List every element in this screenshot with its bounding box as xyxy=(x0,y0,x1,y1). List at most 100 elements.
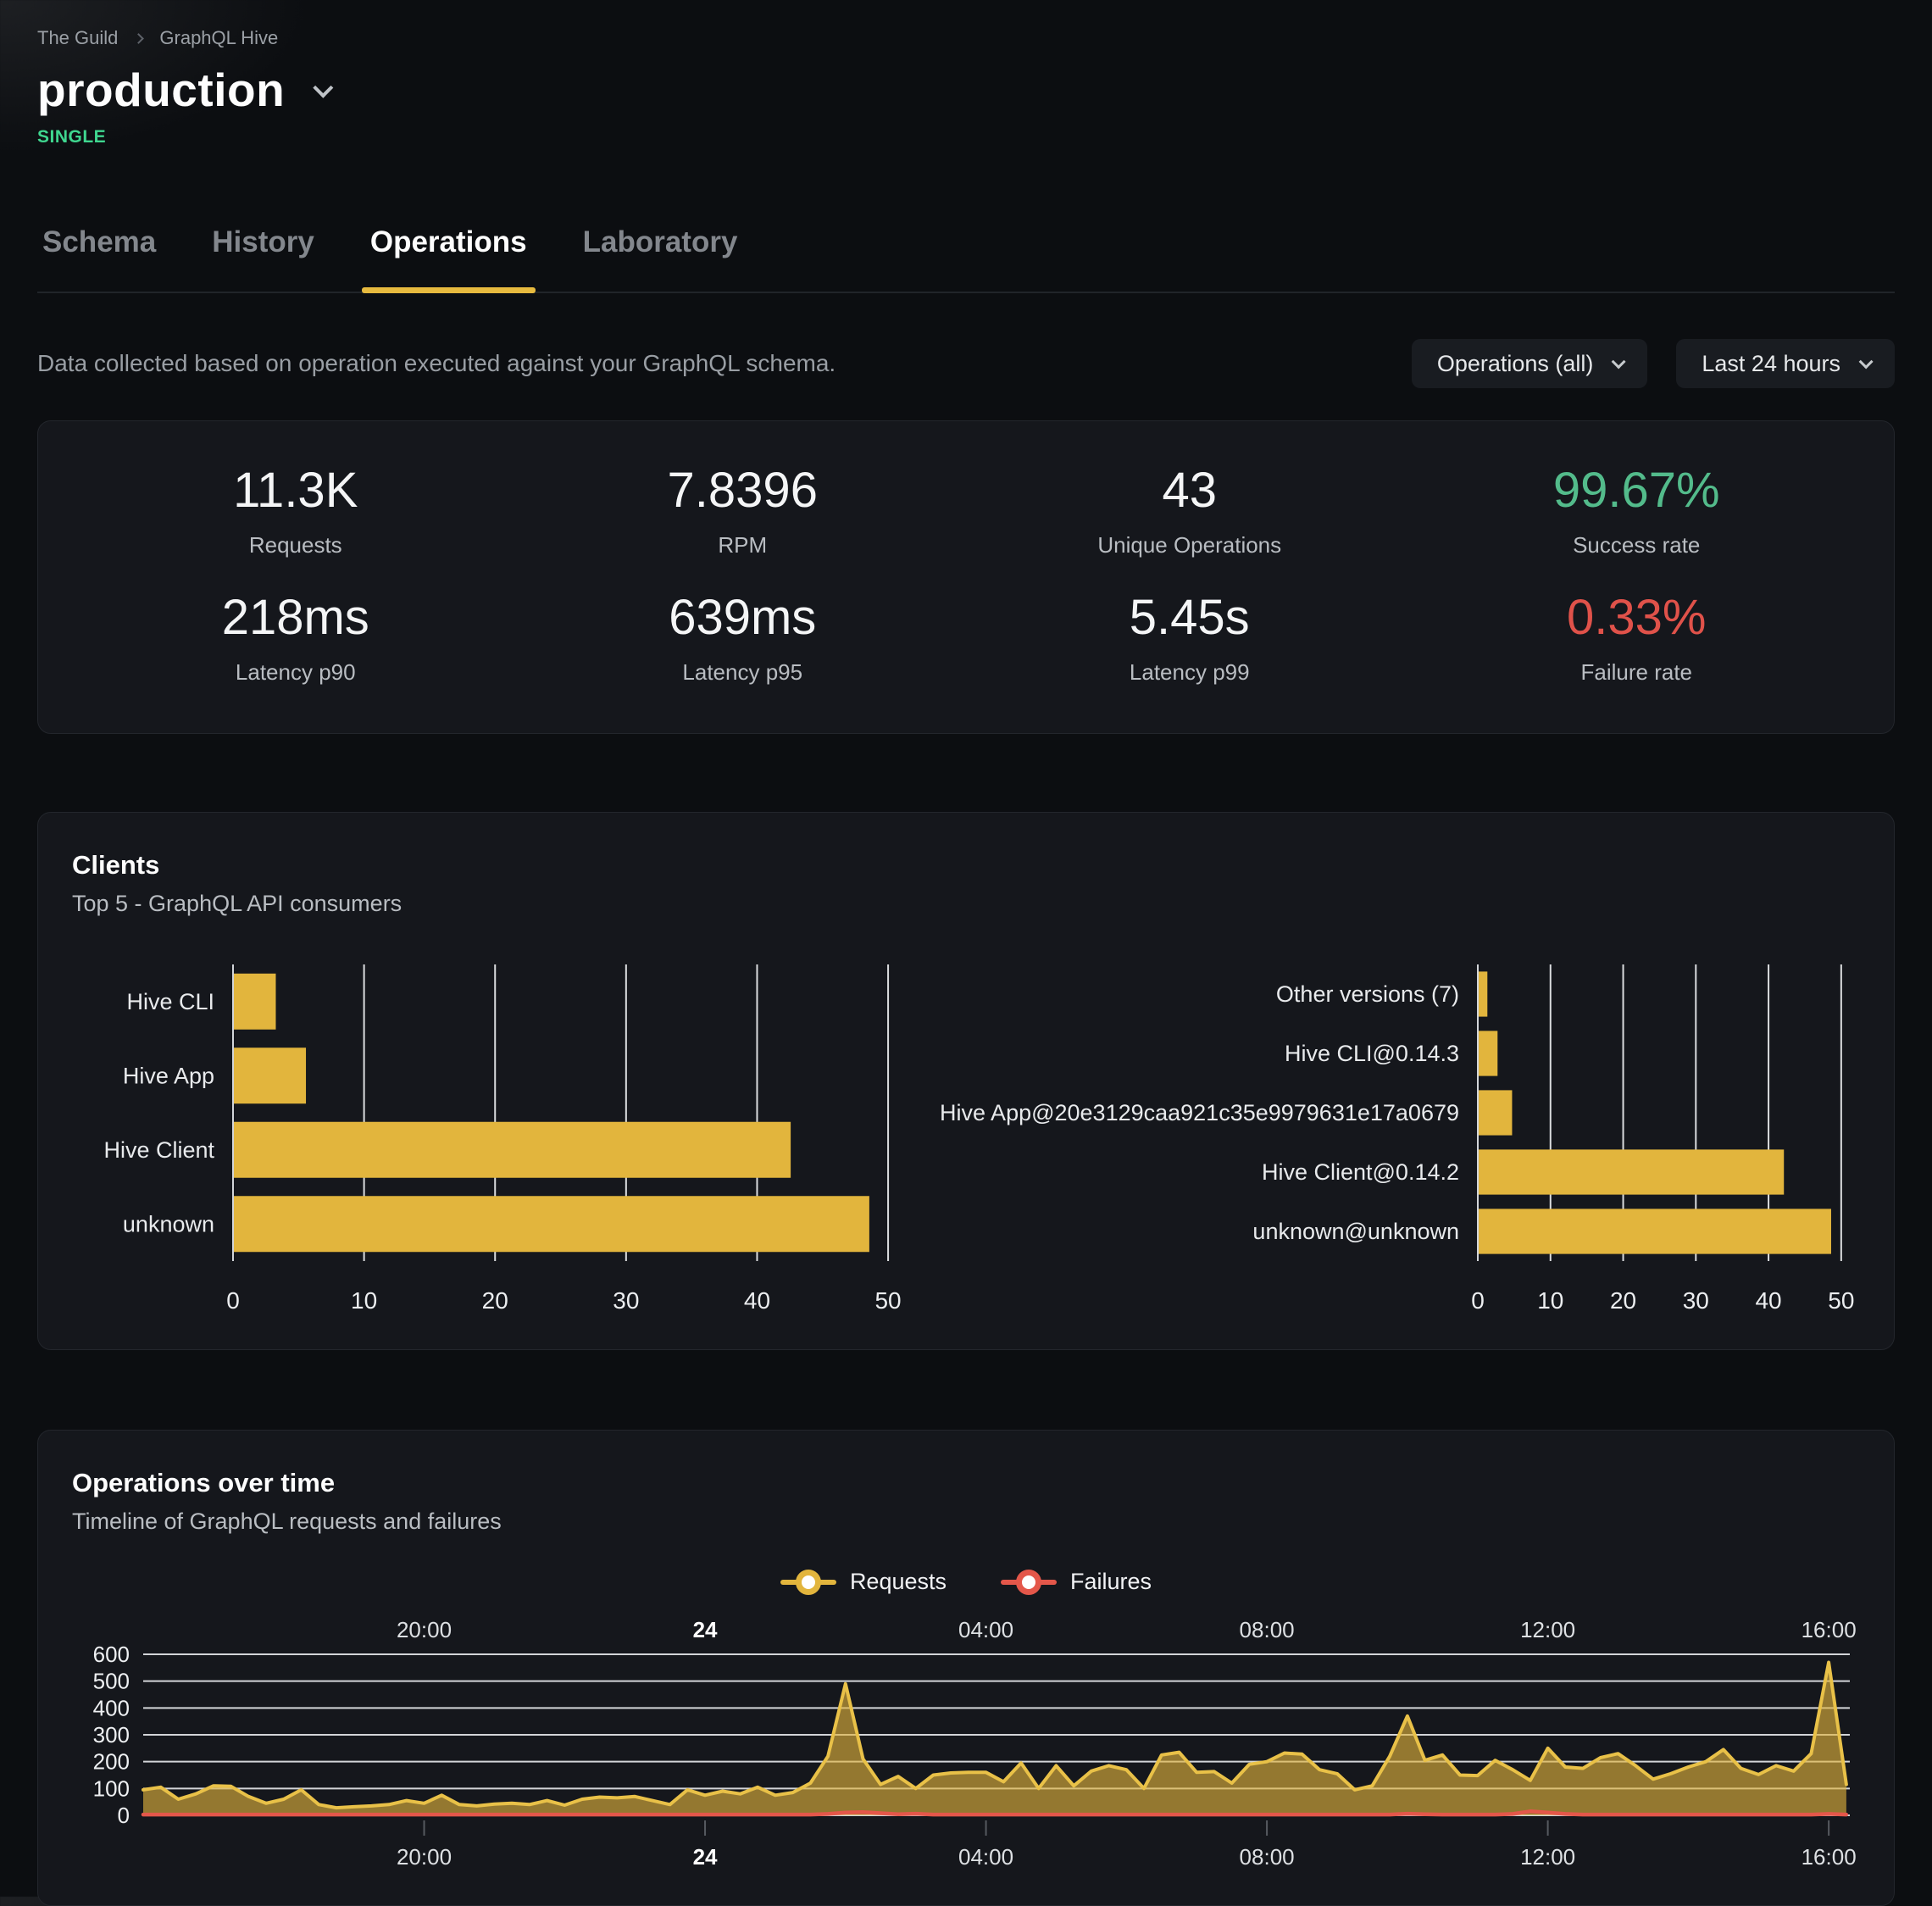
tab-bar: Schema History Operations Laboratory xyxy=(37,225,1895,293)
timeline-card-title: Operations over time xyxy=(72,1468,1860,1498)
stat-label: Latency p90 xyxy=(72,659,519,686)
x-tick-label-bottom: 04:00 xyxy=(958,1844,1013,1870)
breadcrumb-org[interactable]: The Guild xyxy=(37,27,118,49)
tab-history[interactable]: History xyxy=(207,225,319,292)
title-row: production xyxy=(37,63,1895,117)
legend-item-failures[interactable]: Failures xyxy=(1001,1569,1152,1595)
category-label: unknown@unknown xyxy=(1252,1219,1459,1244)
stat-label: Failure rate xyxy=(1413,659,1861,686)
bar xyxy=(1479,1031,1497,1075)
stat-value: 218ms xyxy=(72,589,519,646)
y-tick-label: 0 xyxy=(118,1803,130,1828)
requests-area xyxy=(143,1663,1846,1816)
requests-legend-swatch-icon xyxy=(780,1570,836,1595)
x-tick-label: 50 xyxy=(1828,1287,1854,1314)
stat-latency-p95: 639ms Latency p95 xyxy=(519,589,967,686)
stat-value: 99.67% xyxy=(1413,462,1861,519)
x-tick-label-bottom: 24 xyxy=(693,1844,718,1870)
x-tick-label-top: 08:00 xyxy=(1240,1617,1295,1642)
legend-label: Failures xyxy=(1070,1569,1152,1595)
category-label: Hive App xyxy=(123,1063,214,1088)
y-tick-label: 300 xyxy=(93,1722,130,1748)
y-tick-label: 100 xyxy=(93,1775,130,1801)
x-tick-label-top: 16:00 xyxy=(1802,1617,1857,1642)
x-tick-label: 0 xyxy=(1471,1287,1485,1314)
stat-value: 0.33% xyxy=(1413,589,1861,646)
stat-rpm: 7.8396 RPM xyxy=(519,462,967,558)
stat-label: Latency p99 xyxy=(966,659,1413,686)
x-tick-label-top: 24 xyxy=(693,1617,718,1642)
stat-label: RPM xyxy=(519,532,967,558)
breadcrumb-project[interactable]: GraphQL Hive xyxy=(159,27,278,49)
x-tick-label: 10 xyxy=(1537,1287,1563,1314)
category-label: Hive Client xyxy=(103,1137,214,1163)
category-label: Hive CLI xyxy=(126,989,214,1014)
x-tick-label-bottom: 12:00 xyxy=(1520,1844,1575,1870)
x-tick-label: 40 xyxy=(1756,1287,1782,1314)
x-tick-label: 30 xyxy=(613,1287,639,1314)
stat-label: Latency p95 xyxy=(519,659,967,686)
x-tick-label: 20 xyxy=(1610,1287,1636,1314)
operations-filter-dropdown[interactable]: Operations (all) xyxy=(1412,339,1648,388)
stat-label: Requests xyxy=(72,532,519,558)
x-tick-label: 10 xyxy=(351,1287,377,1314)
filters: Operations (all) Last 24 hours xyxy=(1412,339,1895,388)
category-label: unknown xyxy=(123,1211,214,1236)
stat-value: 639ms xyxy=(519,589,967,646)
bar xyxy=(1479,971,1487,1016)
x-tick-label-top: 20:00 xyxy=(397,1617,452,1642)
x-tick-label-bottom: 16:00 xyxy=(1802,1844,1857,1870)
x-tick-label-top: 04:00 xyxy=(958,1617,1013,1642)
y-tick-label: 200 xyxy=(93,1749,130,1775)
stat-value: 5.45s xyxy=(966,589,1413,646)
x-tick-label-bottom: 20:00 xyxy=(397,1844,452,1870)
bar xyxy=(1479,1149,1784,1194)
legend-label: Requests xyxy=(850,1569,947,1595)
x-tick-label: 40 xyxy=(744,1287,770,1314)
bar xyxy=(1479,1090,1512,1135)
time-range-dropdown[interactable]: Last 24 hours xyxy=(1676,339,1895,388)
x-tick-label-top: 12:00 xyxy=(1520,1617,1575,1642)
stat-failure-rate: 0.33% Failure rate xyxy=(1413,589,1861,686)
page-description: Data collected based on operation execut… xyxy=(37,350,836,377)
stat-latency-p99: 5.45s Latency p99 xyxy=(966,589,1413,686)
clients-card: Clients Top 5 - GraphQL API consumers Hi… xyxy=(37,812,1895,1350)
stat-requests: 11.3K Requests xyxy=(72,462,519,558)
chevron-down-icon xyxy=(1612,354,1626,369)
legend-item-requests[interactable]: Requests xyxy=(780,1569,947,1595)
category-label: Hive App@20e3129caa921c35e9979631e17a067… xyxy=(940,1100,1459,1125)
operations-over-time-card: Operations over time Timeline of GraphQL… xyxy=(37,1430,1895,1906)
timeline-chart-wrap: 010020030040050060020:0020:00242404:0004… xyxy=(72,1617,1860,1871)
x-tick-label: 0 xyxy=(226,1287,240,1314)
stat-value: 11.3K xyxy=(72,462,519,519)
clients-by-name-chart: Hive CLI Hive App Hive Client unknown 0 10 20 3… xyxy=(72,959,919,1324)
category-label: Hive Client@0.14.2 xyxy=(1262,1159,1459,1185)
bar xyxy=(1479,1209,1831,1253)
toolbar: Data collected based on operation execut… xyxy=(37,339,1895,388)
chevron-right-icon xyxy=(134,33,145,44)
tab-schema[interactable]: Schema xyxy=(37,225,161,292)
y-tick-label: 600 xyxy=(93,1642,130,1667)
clients-charts-row: Hive CLI Hive App Hive Client unknown 0 10 20 3… xyxy=(72,959,1860,1324)
page-title: production xyxy=(37,63,285,117)
stat-success-rate: 99.67% Success rate xyxy=(1413,462,1861,558)
stat-label: Success rate xyxy=(1413,532,1861,558)
breadcrumb: The Guild GraphQL Hive xyxy=(37,0,1895,49)
page: The Guild GraphQL Hive production SINGLE… xyxy=(0,0,1932,1906)
clients-by-version-chart: Other versions (7) Hive CLI@0.14.3 Hive Ap… xyxy=(919,959,1860,1324)
category-label: Hive CLI@0.14.3 xyxy=(1285,1041,1459,1066)
operations-filter-label: Operations (all) xyxy=(1437,351,1594,377)
x-tick-label: 20 xyxy=(482,1287,508,1314)
stat-value: 7.8396 xyxy=(519,462,967,519)
tab-laboratory[interactable]: Laboratory xyxy=(578,225,743,292)
x-tick-label: 50 xyxy=(874,1287,901,1314)
target-type-badge: SINGLE xyxy=(37,127,1895,147)
timeline-legend: Requests Failures xyxy=(72,1569,1860,1595)
tab-operations[interactable]: Operations xyxy=(365,225,532,292)
bar xyxy=(234,1122,791,1178)
stat-latency-p90: 218ms Latency p90 xyxy=(72,589,519,686)
category-label: Other versions (7) xyxy=(1276,981,1459,1007)
bar xyxy=(234,1196,869,1252)
y-tick-label: 400 xyxy=(93,1695,130,1720)
chevron-down-icon[interactable] xyxy=(313,77,333,97)
